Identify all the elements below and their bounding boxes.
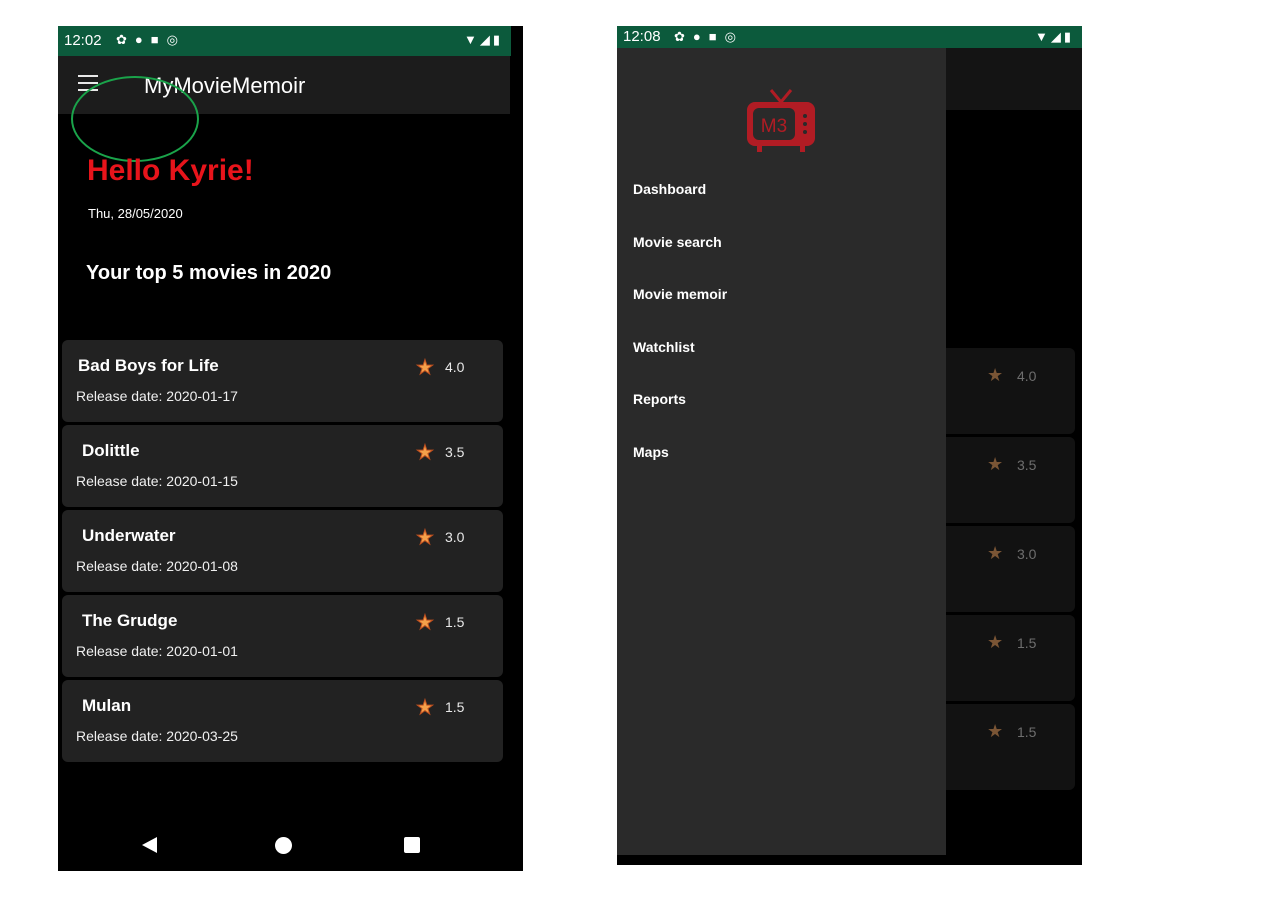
star-icon: ★ xyxy=(987,632,1004,652)
notification-icons: ✿●■◎ xyxy=(116,32,186,47)
battery-signal-icon: ▼◢▮ xyxy=(463,32,503,47)
movie-card[interactable]: Bad Boys for Life ★ 4.0 Release date: 20… xyxy=(62,340,503,422)
greeting: Hello Kyrie! xyxy=(87,154,254,187)
star-icon: ★ xyxy=(416,442,435,465)
movie-rating: 1.5 xyxy=(1017,724,1037,740)
drawer-item-dashboard[interactable]: Dashboard xyxy=(633,181,727,234)
tv-logo-icon: M3 xyxy=(747,89,815,152)
status-bar: 12:02 ✿●■◎ ▼◢▮ xyxy=(58,26,511,56)
star-icon: ★ xyxy=(416,612,435,635)
battery-signal-icon: ▼◢▮ xyxy=(1034,29,1074,44)
drawer-item-movie-memoir[interactable]: Movie memoir xyxy=(633,286,727,339)
menu-highlight-circle xyxy=(71,76,199,162)
system-nav-bar xyxy=(58,823,523,871)
drawer-item-watchlist[interactable]: Watchlist xyxy=(633,339,727,392)
dimmed-movie-card: ★ 1.5 xyxy=(939,615,1075,701)
movie-card[interactable]: The Grudge ★ 1.5 Release date: 2020-01-0… xyxy=(62,595,503,677)
current-date: Thu, 28/05/2020 xyxy=(88,206,183,221)
movie-rating: 3.5 xyxy=(1017,457,1037,473)
star-icon: ★ xyxy=(416,357,435,380)
movie-rating: 3.0 xyxy=(445,529,465,545)
movie-title: Underwater xyxy=(82,526,176,545)
movie-title: Bad Boys for Life xyxy=(78,356,219,375)
movie-rating: 1.5 xyxy=(1017,635,1037,651)
navigation-drawer: M3 Dashboard Movie search Movie memoir W… xyxy=(617,48,946,855)
status-time: 12:08 xyxy=(623,28,661,45)
recents-icon[interactable] xyxy=(404,837,420,853)
top5-heading: Your top 5 movies in 2020 xyxy=(86,262,332,284)
star-icon: ★ xyxy=(987,543,1004,563)
movie-rating: 1.5 xyxy=(445,699,465,715)
movie-release-date: Release date: 2020-03-25 xyxy=(76,728,238,744)
movie-card[interactable]: Dolittle ★ 3.5 Release date: 2020-01-15 xyxy=(62,425,503,507)
star-icon: ★ xyxy=(987,721,1004,741)
movie-card[interactable]: Mulan ★ 1.5 Release date: 2020-03-25 xyxy=(62,680,503,762)
movie-title: Mulan xyxy=(82,696,132,715)
movie-rating: 4.0 xyxy=(1017,368,1037,384)
drawer-item-maps[interactable]: Maps xyxy=(633,444,727,497)
movie-rating: 3.0 xyxy=(1017,546,1037,562)
dimmed-movie-list: ★ 4.0 ★ 3.5 ★ 3.0 ★ 1.5 ★ 1.5 xyxy=(939,348,1075,793)
dimmed-movie-card: ★ 4.0 xyxy=(939,348,1075,434)
movie-title: The Grudge xyxy=(82,611,178,630)
movie-rating: 4.0 xyxy=(445,359,465,375)
movie-release-date: Release date: 2020-01-17 xyxy=(76,388,238,404)
dashboard-screen: 12:02 ✿●■◎ ▼◢▮ MyMovieMemoir Hello Kyrie… xyxy=(58,26,523,871)
logo-text: M3 xyxy=(761,116,787,137)
movie-release-date: Release date: 2020-01-08 xyxy=(76,558,238,574)
movie-release-date: Release date: 2020-01-01 xyxy=(76,643,238,659)
movie-rating: 1.5 xyxy=(445,614,465,630)
movie-card[interactable]: Underwater ★ 3.0 Release date: 2020-01-0… xyxy=(62,510,503,592)
status-time: 12:02 xyxy=(64,32,102,49)
drawer-item-movie-search[interactable]: Movie search xyxy=(633,234,727,287)
star-icon: ★ xyxy=(416,527,435,550)
movie-release-date: Release date: 2020-01-15 xyxy=(76,473,238,489)
status-bar: 12:08 ✿●■◎ ▼◢▮ xyxy=(617,26,1082,48)
star-icon: ★ xyxy=(987,454,1004,474)
movie-rating: 3.5 xyxy=(445,444,465,460)
drawer-item-reports[interactable]: Reports xyxy=(633,391,727,444)
drawer-open-screen: 12:08 ✿●■◎ ▼◢▮ ★ 4.0 ★ 3.5 ★ 3.0 ★ 1.5 ★… xyxy=(617,26,1082,865)
dimmed-movie-card: ★ 1.5 xyxy=(939,704,1075,790)
home-icon[interactable] xyxy=(275,837,292,854)
movie-title: Dolittle xyxy=(82,441,140,460)
movie-list: Bad Boys for Life ★ 4.0 Release date: 20… xyxy=(62,340,503,765)
dimmed-movie-card: ★ 3.0 xyxy=(939,526,1075,612)
dimmed-movie-card: ★ 3.5 xyxy=(939,437,1075,523)
drawer-menu: Dashboard Movie search Movie memoir Watc… xyxy=(633,181,727,496)
notification-icons: ✿●■◎ xyxy=(674,29,744,44)
back-icon[interactable] xyxy=(142,837,157,853)
star-icon: ★ xyxy=(416,697,435,720)
star-icon: ★ xyxy=(987,365,1004,385)
